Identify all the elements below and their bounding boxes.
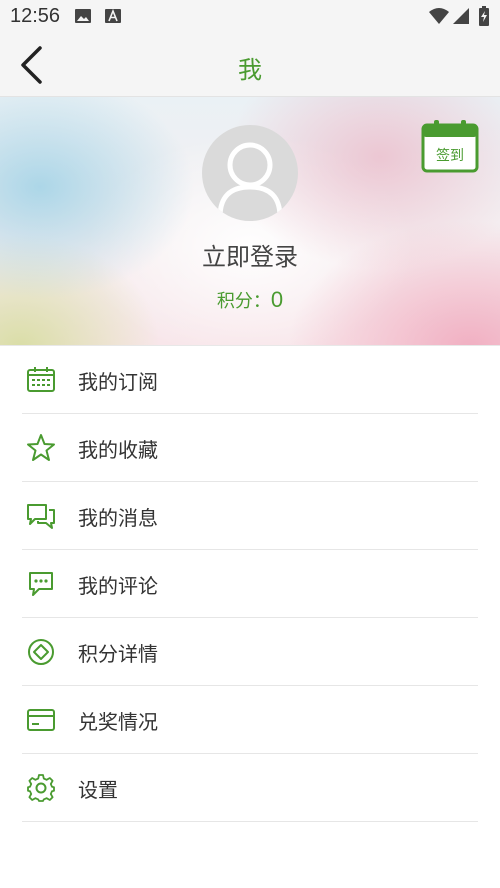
points-value: 0: [270, 287, 284, 312]
profile-header: 立即登录 积分：0 签到: [0, 97, 500, 346]
menu-label: 我的评论: [78, 574, 158, 598]
menu-item-redemptions[interactable]: 兑奖情况: [22, 686, 478, 754]
points-display: 积分：0: [0, 287, 500, 313]
checkin-button[interactable]: 签到: [421, 119, 479, 173]
status-time: 12:56: [10, 5, 61, 27]
image-icon: [75, 9, 91, 23]
font-a-icon: [105, 8, 121, 23]
menu-item-settings[interactable]: 设置: [22, 754, 478, 822]
login-link[interactable]: 立即登录: [0, 237, 500, 272]
page-title: 我: [238, 56, 262, 84]
checkin-label: 签到: [436, 148, 464, 164]
signal-icon: [453, 8, 469, 24]
chat-bubbles-icon: [27, 504, 55, 529]
menu-item-points-details[interactable]: 积分详情: [22, 618, 478, 686]
menu-label: 我的订阅: [78, 370, 158, 394]
status-bar: 12:56: [0, 0, 500, 34]
wifi-icon: [429, 8, 449, 24]
calendar-icon: [27, 367, 55, 392]
card-icon: [27, 709, 55, 731]
gear-icon: [27, 774, 55, 802]
menu-label: 兑奖情况: [78, 710, 158, 734]
menu-item-messages[interactable]: 我的消息: [22, 482, 478, 550]
menu-item-comments[interactable]: 我的评论: [22, 550, 478, 618]
star-icon: [27, 434, 55, 461]
points-label: 积分：: [216, 291, 271, 312]
avatar[interactable]: [202, 125, 298, 221]
user-icon: [217, 142, 283, 218]
comment-icon: [29, 572, 53, 596]
menu-label: 我的消息: [78, 506, 158, 530]
menu-label: 设置: [78, 778, 118, 802]
points-icon: [28, 639, 54, 665]
menu-list: 我的订阅 我的收藏 我的消息 我的评论 积分详情 兑奖情况 设置: [22, 346, 478, 822]
menu-label: 我的收藏: [78, 438, 158, 462]
battery-icon: [479, 6, 489, 26]
header-bar: 我: [0, 34, 500, 97]
menu-item-subscriptions[interactable]: 我的订阅: [22, 346, 478, 414]
menu-item-favorites[interactable]: 我的收藏: [22, 414, 478, 482]
menu-label: 积分详情: [78, 642, 158, 666]
